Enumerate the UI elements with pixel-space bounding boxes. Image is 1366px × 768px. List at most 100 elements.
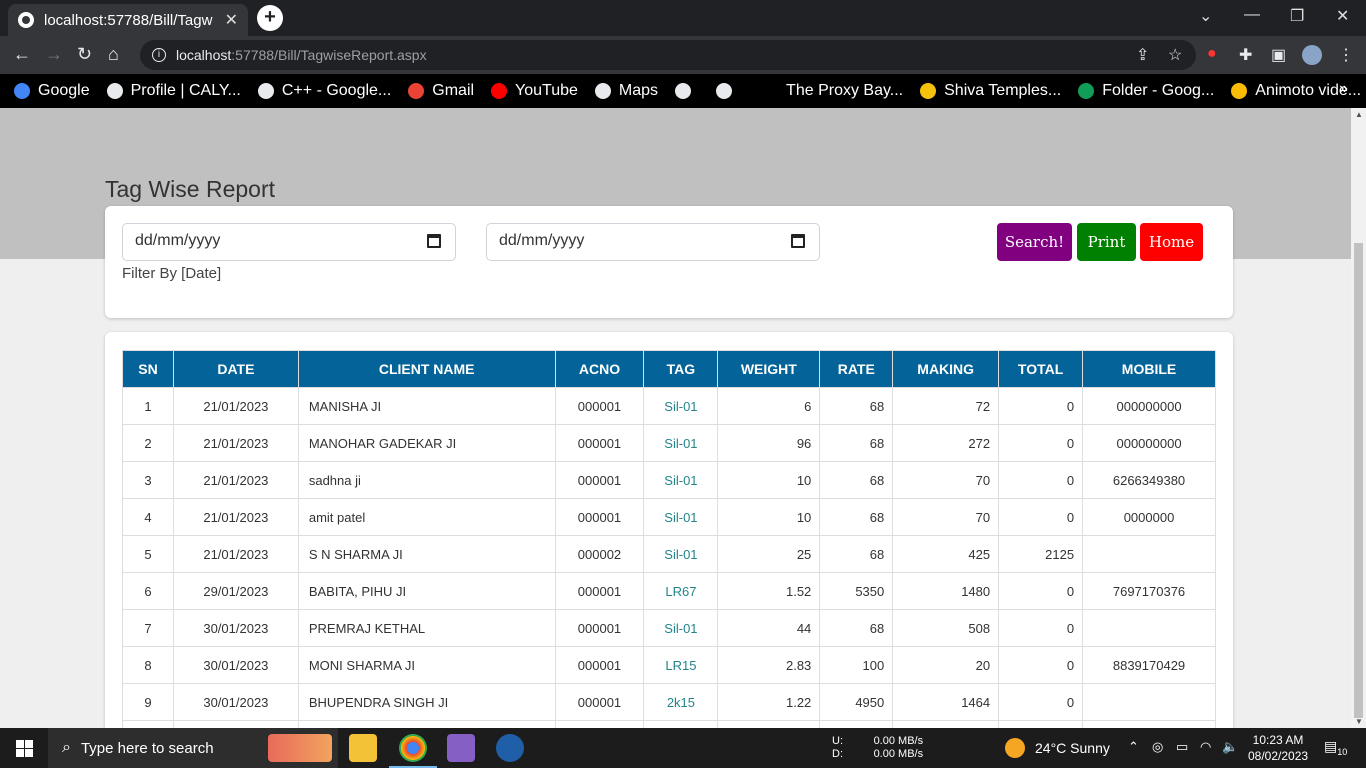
globe-icon xyxy=(18,12,34,28)
table-cell xyxy=(172,720,299,728)
minimize-icon[interactable]: — xyxy=(1244,6,1260,24)
bookmark-item[interactable]: Folder - Goog... xyxy=(1078,82,1214,100)
page-scrollbar[interactable]: ▲ ▼ xyxy=(1351,108,1366,728)
table-cell: MONI SHARMA JI xyxy=(297,646,556,684)
extensions-icon[interactable]: ✚ xyxy=(1239,45,1252,65)
print-button[interactable]: Print xyxy=(1077,223,1136,261)
tag-link[interactable]: Sil-01 xyxy=(643,387,719,425)
tag-link[interactable]: Sil-01 xyxy=(643,498,719,536)
side-panel-icon[interactable]: ▣ xyxy=(1271,45,1286,65)
table-cell: 10 xyxy=(717,498,821,536)
bookmark-item[interactable]: Google xyxy=(14,82,90,100)
tag-link[interactable]: Sil-01 xyxy=(643,424,719,462)
date-to-input[interactable]: dd/mm/yyyy xyxy=(486,223,820,261)
column-header[interactable]: CLIENT NAME xyxy=(297,350,556,388)
bookmark-item[interactable]: The Proxy Bay... xyxy=(786,82,903,100)
reload-icon[interactable]: ↻ xyxy=(77,44,92,65)
table-cell: 425 xyxy=(892,535,1000,573)
table-cell: 000001 xyxy=(554,683,645,721)
bookmark-star-icon[interactable]: ☆ xyxy=(1168,45,1182,65)
bookmark-item[interactable]: Shiva Temples... xyxy=(920,82,1061,100)
table-cell: 2 xyxy=(122,424,174,462)
file-explorer-icon[interactable] xyxy=(349,734,377,762)
table-cell: 0 xyxy=(998,646,1084,684)
notification-icon[interactable]: ▤10 xyxy=(1324,738,1347,757)
system-clock[interactable]: 10:23 AM 08/02/2023 xyxy=(1248,732,1308,764)
date-from-input[interactable]: dd/mm/yyyy xyxy=(122,223,456,261)
table-cell: 1480 xyxy=(892,572,1000,610)
table-cell: 68 xyxy=(819,609,894,647)
home-button[interactable]: Home xyxy=(1140,223,1203,261)
forward-icon[interactable]: → xyxy=(45,44,63,65)
site-info-icon[interactable]: i xyxy=(152,48,166,62)
table-cell: BHUPENDRA SINGH JI xyxy=(297,683,556,721)
home-icon[interactable]: ⌂ xyxy=(108,44,119,65)
share-icon[interactable]: ⇪ xyxy=(1136,45,1149,65)
bookmark-item[interactable]: Maps xyxy=(594,82,658,100)
bookmark-item[interactable] xyxy=(716,83,740,99)
taskbar-search-placeholder: Type here to search xyxy=(80,739,214,757)
close-window-icon[interactable]: ✕ xyxy=(1336,6,1349,26)
bookmark-item[interactable]: Profile | CALY... xyxy=(106,82,241,100)
tray-chevron-icon[interactable]: ⌃ xyxy=(1128,739,1139,755)
browser-tab[interactable]: localhost:57788/Bill/Tagw ✕ xyxy=(8,4,248,36)
table-cell: 508 xyxy=(892,609,1000,647)
visual-studio-icon[interactable] xyxy=(447,734,475,762)
wifi-icon[interactable]: ◠ xyxy=(1200,739,1211,755)
column-header[interactable]: RATE xyxy=(819,350,894,388)
scroll-up-icon[interactable]: ▲ xyxy=(1355,110,1363,119)
table-cell: 96 xyxy=(717,424,821,462)
back-icon[interactable]: ← xyxy=(13,44,31,65)
weather-widget[interactable]: 24°C Sunny xyxy=(1005,738,1110,758)
column-header[interactable]: ACNO xyxy=(554,350,645,388)
url-host: localhost xyxy=(176,47,232,63)
calendar-icon[interactable] xyxy=(427,234,441,248)
bookmark-item[interactable]: C++ - Google... xyxy=(257,82,391,100)
column-header[interactable]: MOBILE xyxy=(1082,350,1216,388)
tag-link[interactable]: LR15 xyxy=(643,646,719,684)
tag-link[interactable]: LR67 xyxy=(643,572,719,610)
chrome-icon[interactable] xyxy=(399,734,427,762)
tag-link[interactable]: Sil-01 xyxy=(643,609,719,647)
tag-link[interactable]: Sil-01 xyxy=(643,535,719,573)
column-header[interactable]: MAKING xyxy=(892,350,1000,388)
search-button[interactable]: Search! xyxy=(997,223,1072,261)
column-header[interactable]: TAG xyxy=(643,350,719,388)
search-icon: ⌕ xyxy=(62,739,71,756)
profile-avatar[interactable] xyxy=(1302,45,1322,65)
bookmark-item[interactable]: Gmail xyxy=(408,82,474,100)
scroll-down-icon[interactable]: ▼ xyxy=(1355,717,1363,726)
tag-link[interactable]: 2k15 xyxy=(643,683,719,721)
tab-search-icon[interactable]: ⌄ xyxy=(1199,6,1212,26)
tab-close-icon[interactable]: ✕ xyxy=(225,10,238,30)
new-tab-button[interactable]: + xyxy=(257,5,283,31)
table-cell xyxy=(1082,535,1216,573)
calendar-icon[interactable] xyxy=(791,234,805,248)
bookmark-favicon-icon xyxy=(1078,83,1095,99)
table-cell: 4950 xyxy=(819,683,894,721)
address-bar[interactable]: i localhost:57788/Bill/TagwiseReport.asp… xyxy=(140,40,1196,70)
bookmarks-overflow-icon[interactable]: » xyxy=(1339,80,1348,98)
restore-icon[interactable]: ❐ xyxy=(1290,6,1304,26)
bookmark-favicon-icon xyxy=(257,83,274,99)
menu-icon[interactable]: ⋮ xyxy=(1338,45,1354,65)
scroll-thumb[interactable] xyxy=(1354,243,1363,718)
bookmark-item[interactable] xyxy=(675,83,699,99)
column-header[interactable]: DATE xyxy=(172,350,299,388)
bookmark-item[interactable]: YouTube xyxy=(491,82,578,100)
windows-start-icon[interactable] xyxy=(16,740,33,757)
volume-icon[interactable]: 🔈 xyxy=(1222,739,1238,755)
extension-adblock-icon[interactable]: ● xyxy=(1207,45,1217,63)
table-cell: 30/01/2023 xyxy=(172,683,299,721)
column-header[interactable]: SN xyxy=(122,350,174,388)
tag-link[interactable]: Sil-01 xyxy=(643,461,719,499)
column-header[interactable]: WEIGHT xyxy=(717,350,821,388)
meet-now-icon[interactable]: ◎ xyxy=(1152,739,1163,755)
table-row: 8 30/01/2023 MONI SHARMA JI 000001 LR15 2.83 1… xyxy=(122,646,1216,684)
column-header[interactable]: TOTAL xyxy=(998,350,1084,388)
table-cell: 2125 xyxy=(998,535,1084,573)
windows-taskbar: ⌕ Type here to search U: 0.00 MB/s D: 0.… xyxy=(0,728,1366,768)
table-cell xyxy=(1082,609,1216,647)
battery-icon[interactable]: ▭ xyxy=(1176,739,1188,755)
app-infinity-icon[interactable] xyxy=(496,734,524,762)
